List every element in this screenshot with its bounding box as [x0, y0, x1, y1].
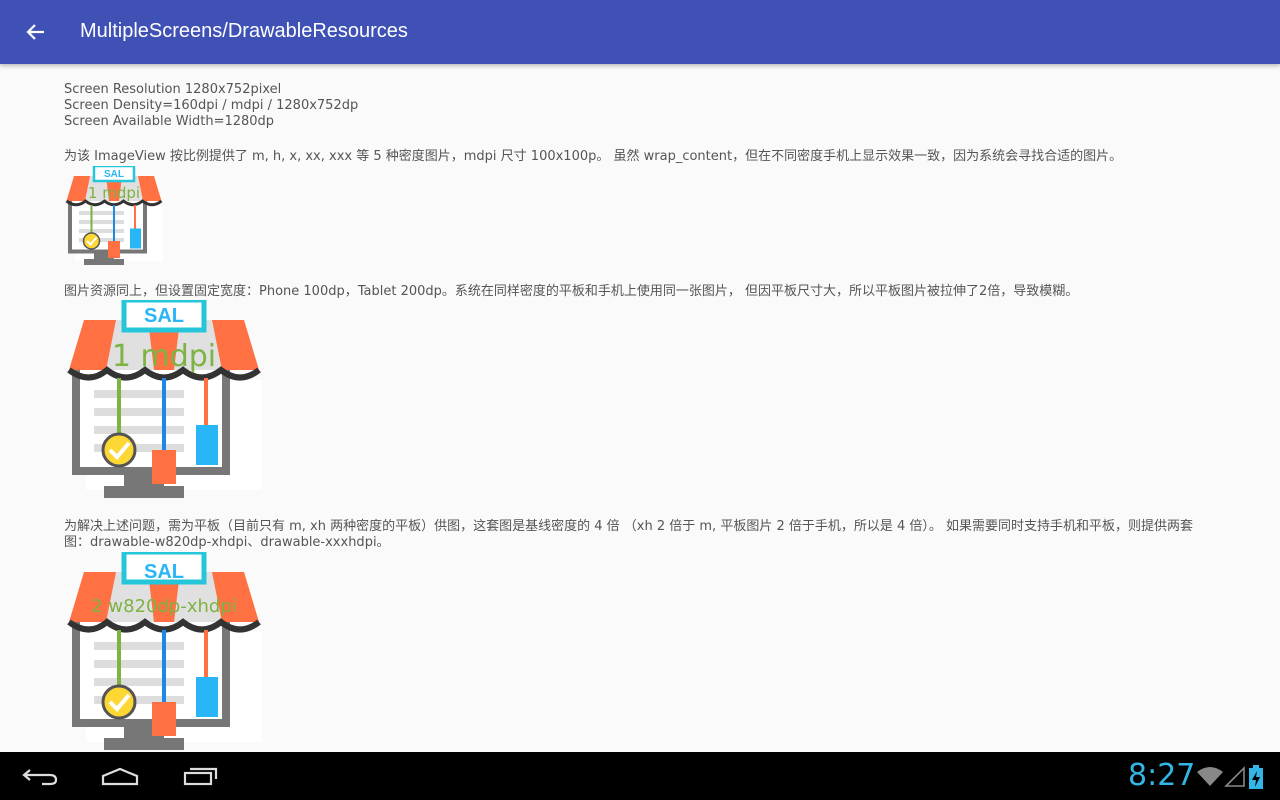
nav-recents-icon	[183, 767, 218, 786]
image-label: 2 w820dp-xhdpi	[91, 596, 237, 617]
nav-back-icon	[22, 769, 58, 786]
image-label: 1 mdpi	[88, 184, 140, 202]
sign-text: SAL	[144, 561, 184, 583]
section-2-text: 图片资源同上，但设置固定宽度：Phone 100dp，Tablet 200dp。…	[64, 284, 1079, 299]
wifi-icon	[1197, 767, 1223, 786]
screen-info: Screen Resolution 1280x752pixel Screen D…	[64, 82, 1224, 130]
battery-charging-icon	[1249, 765, 1263, 789]
store-illustration	[67, 300, 262, 498]
nav-home-icon	[101, 767, 139, 786]
screen-resolution-text: Screen Resolution 1280x752pixel	[64, 82, 282, 97]
system-nav-bar	[0, 752, 1280, 800]
store-image-large-stretched: SAL 1 mdpi	[67, 300, 262, 498]
signal-icon	[1224, 766, 1245, 787]
nav-recents-button[interactable]	[168, 760, 232, 792]
nav-back-button[interactable]	[8, 760, 72, 792]
section-1-text: 为该 ImageView 按比例提供了 m, h, x, xx, xxx 等 5…	[64, 149, 1123, 164]
store-image-small: SAL 1 mdpi	[65, 166, 163, 265]
page-title: MultipleScreens/DrawableResources	[80, 20, 408, 42]
sign-text: SAL	[144, 305, 184, 327]
screen-width-text: Screen Available Width=1280dp	[64, 114, 275, 129]
content-area: Screen Resolution 1280x752pixel Screen D…	[64, 82, 1224, 130]
nav-home-button[interactable]	[88, 760, 152, 792]
arrow-back-icon	[26, 24, 44, 40]
back-button[interactable]	[16, 12, 56, 52]
image-label: 1 mdpi	[112, 339, 216, 374]
section-3-text: 为解决上述问题，需为平板（目前只有 m, xh 两种密度的平板）供图，这套图是基…	[64, 519, 1194, 550]
sign-text: SAL	[104, 169, 124, 180]
app-bar: MultipleScreens/DrawableResources	[0, 0, 1280, 64]
store-image-large-xhdpi: SAL 2 w820dp-xhdpi	[67, 552, 262, 750]
status-clock: 8:27	[1128, 758, 1196, 793]
store-illustration	[65, 166, 163, 265]
screen-density-text: Screen Density=160dpi / mdpi / 1280x752d…	[64, 98, 359, 113]
